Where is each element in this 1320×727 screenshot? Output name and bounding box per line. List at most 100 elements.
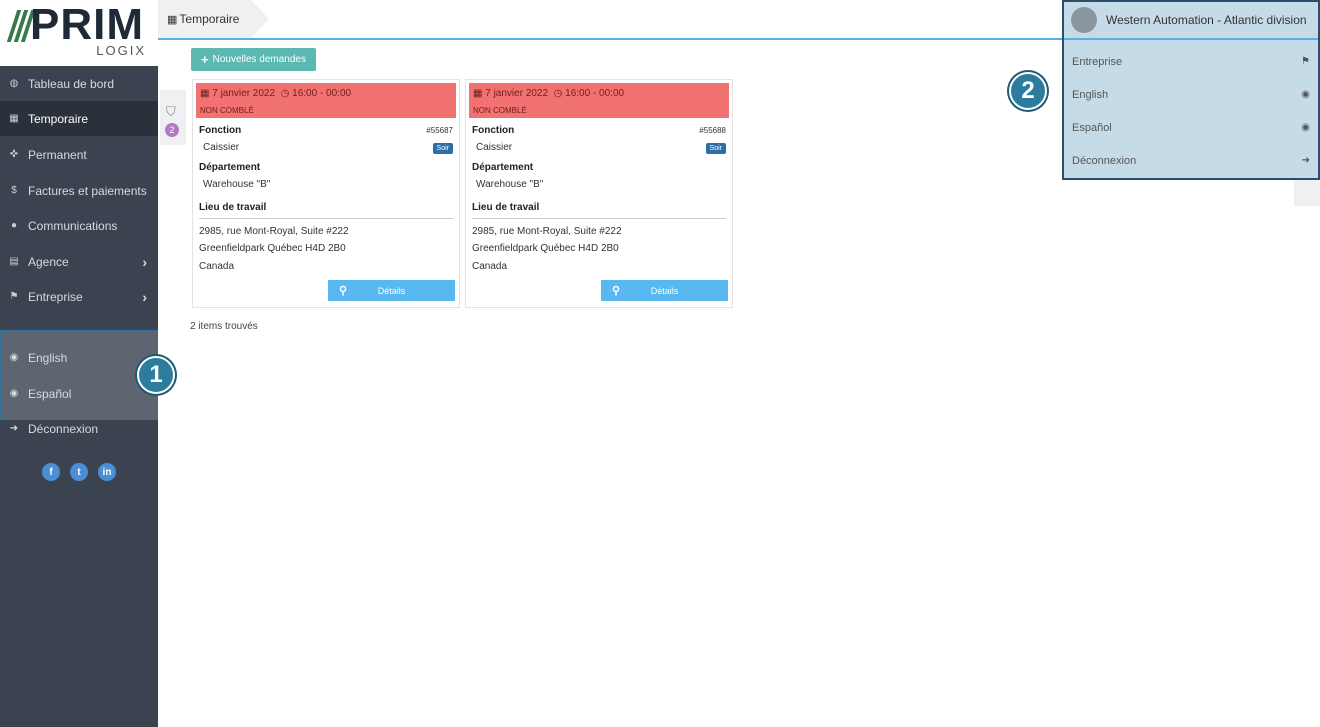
- fonction-value: Caissier: [203, 142, 240, 153]
- dollar-icon: $: [11, 185, 17, 196]
- fonction-label: Fonction: [472, 125, 515, 136]
- card-date: 7 janvier 2022: [212, 88, 276, 99]
- calendar-icon: ▦: [9, 113, 19, 124]
- sidebar-item-label: Déconnexion: [28, 421, 99, 436]
- search-icon: ⚲: [338, 285, 348, 297]
- request-card: ▦ 7 janvier 2022 ◷ 16:00 - 00:00 NON COM…: [465, 79, 733, 308]
- building-icon: ▤: [9, 256, 19, 267]
- details-label: Détails: [377, 285, 406, 296]
- dashboard-icon: ◍: [9, 78, 19, 89]
- filter-count-badge: 2: [165, 123, 179, 137]
- sidebar-item-agence[interactable]: ▤ Agence ›: [0, 244, 158, 279]
- flag-icon: ⚑: [1301, 56, 1310, 67]
- sidebar-item-entreprise[interactable]: ⚑ Entreprise ›: [0, 279, 158, 314]
- facebook-icon[interactable]: f: [42, 463, 60, 481]
- sidebar-item-temporaire[interactable]: ▦ Temporaire: [0, 101, 158, 136]
- dropdown-item-logout[interactable]: Déconnexion ➜: [1064, 144, 1318, 177]
- details-button[interactable]: ⚲ Détails: [601, 280, 728, 301]
- dropdown-item-english[interactable]: English ◉: [1064, 78, 1318, 111]
- sidebar-item-communications[interactable]: ● Communications: [0, 208, 158, 243]
- dropdown-item-label: Déconnexion: [1072, 154, 1137, 167]
- fonction-value: Caissier: [476, 142, 513, 153]
- dept-value: Warehouse "B": [203, 179, 271, 190]
- chat-icon: ●: [10, 220, 18, 231]
- dept-value: Warehouse "B": [476, 179, 544, 190]
- callout-badge-1: 1: [137, 356, 175, 394]
- dept-label: Département: [199, 162, 261, 173]
- logo[interactable]: PRIM LOGIX: [0, 0, 158, 66]
- logo-sub: LOGIX: [96, 43, 146, 58]
- globe-icon: ◉: [9, 352, 19, 363]
- dropdown-item-label: Entreprise: [1072, 55, 1123, 68]
- dept-label: Département: [472, 162, 534, 173]
- address-line: 2985, rue Mont-Royal, Suite #222: [472, 226, 622, 237]
- calendar-icon: ▦: [167, 13, 178, 26]
- dropdown-item-entreprise[interactable]: Entreprise ⚑: [1064, 45, 1318, 78]
- new-requests-button[interactable]: + Nouvelles demandes: [191, 48, 316, 71]
- calendar-icon: ▦: [200, 88, 210, 99]
- sidebar-item-espanol[interactable]: ◉ Español: [0, 376, 158, 411]
- lieu-label: Lieu de travail: [472, 202, 540, 213]
- shift-tag: Soir: [432, 143, 453, 154]
- sidebar-item-label: Temporaire: [28, 111, 89, 126]
- address-line: Greenfieldpark Québec H4D 2B0: [472, 243, 619, 254]
- chevron-right-icon: ›: [142, 253, 147, 270]
- card-time: 16:00 - 00:00: [292, 88, 352, 99]
- clock-icon: ◷: [280, 88, 290, 99]
- dropdown-item-espanol[interactable]: Español ◉: [1064, 111, 1318, 144]
- breadcrumb[interactable]: ▦ Temporaire: [158, 0, 270, 38]
- filter-tab[interactable]: ⛉ 2: [160, 90, 186, 145]
- address-line: 2985, rue Mont-Royal, Suite #222: [199, 226, 349, 237]
- sidebar-item-label: Permanent: [28, 147, 87, 162]
- details-button[interactable]: ⚲ Détails: [328, 280, 455, 301]
- social-links: f t in: [0, 463, 158, 481]
- sidebar-item-dashboard[interactable]: ◍ Tableau de bord: [0, 66, 158, 101]
- filter-icon: ⛉: [166, 104, 176, 119]
- divider: [472, 218, 726, 219]
- clock-icon: ◷: [553, 88, 563, 99]
- sidebar-item-logout[interactable]: ➜ Déconnexion: [0, 411, 158, 446]
- pin-icon: ✜: [9, 149, 19, 160]
- sidebar-item-label: Español: [28, 386, 72, 401]
- card-header: ▦ 7 janvier 2022 ◷ 16:00 - 00:00 NON COM…: [196, 83, 456, 118]
- logout-icon: ➜: [1301, 155, 1310, 166]
- new-requests-label: Nouvelles demandes: [212, 54, 306, 65]
- results-count: 2 items trouvés: [190, 321, 258, 332]
- sidebar-item-factures[interactable]: $ Factures et paiements: [0, 173, 158, 208]
- calendar-icon: ▦: [473, 88, 483, 99]
- breadcrumb-label: Temporaire: [179, 12, 240, 26]
- chevron-right-icon: ›: [142, 288, 147, 305]
- address-line: Greenfieldpark Québec H4D 2B0: [199, 243, 346, 254]
- dropdown-item-label: English: [1072, 88, 1109, 101]
- fonction-label: Fonction: [199, 125, 242, 136]
- logo-word: PRIM: [30, 0, 144, 49]
- plus-icon: +: [201, 52, 209, 67]
- linkedin-icon[interactable]: in: [98, 463, 116, 481]
- sidebar-item-label: Agence: [28, 254, 69, 269]
- status-badge: NON COMBLÉ: [473, 106, 527, 115]
- logout-icon: ➜: [9, 423, 19, 434]
- card-header: ▦ 7 janvier 2022 ◷ 16:00 - 00:00 NON COM…: [469, 83, 729, 118]
- avatar: [1071, 7, 1097, 33]
- card-time: 16:00 - 00:00: [565, 88, 625, 99]
- globe-icon: ◉: [9, 388, 19, 399]
- request-number: #55687: [426, 126, 453, 135]
- user-menu-toggle[interactable]: Western Automation - Atlantic division: [1064, 2, 1318, 40]
- sidebar-item-permanent[interactable]: ✜ Permanent: [0, 137, 158, 172]
- sidebar-item-english[interactable]: ◉ English: [0, 340, 158, 375]
- dropdown-item-label: Español: [1072, 121, 1112, 134]
- search-icon: ⚲: [611, 285, 621, 297]
- address-line: Canada: [199, 261, 235, 272]
- user-name: Western Automation - Atlantic division: [1106, 13, 1307, 27]
- sidebar-item-label: Entreprise: [28, 289, 83, 304]
- sidebar-item-label: Factures et paiements: [28, 183, 147, 198]
- status-badge: NON COMBLÉ: [200, 106, 254, 115]
- card-datetime: ▦ 7 janvier 2022 ◷ 16:00 - 00:00: [473, 88, 624, 99]
- flag-icon: ⚑: [9, 291, 19, 302]
- twitter-icon[interactable]: t: [70, 463, 88, 481]
- shift-tag: Soir: [705, 143, 726, 154]
- details-label: Détails: [650, 285, 679, 296]
- card-datetime: ▦ 7 janvier 2022 ◷ 16:00 - 00:00: [200, 88, 351, 99]
- sidebar: PRIM LOGIX ◍ Tableau de bord ▦ Temporair…: [0, 0, 158, 727]
- callout-badge-2: 2: [1009, 72, 1047, 110]
